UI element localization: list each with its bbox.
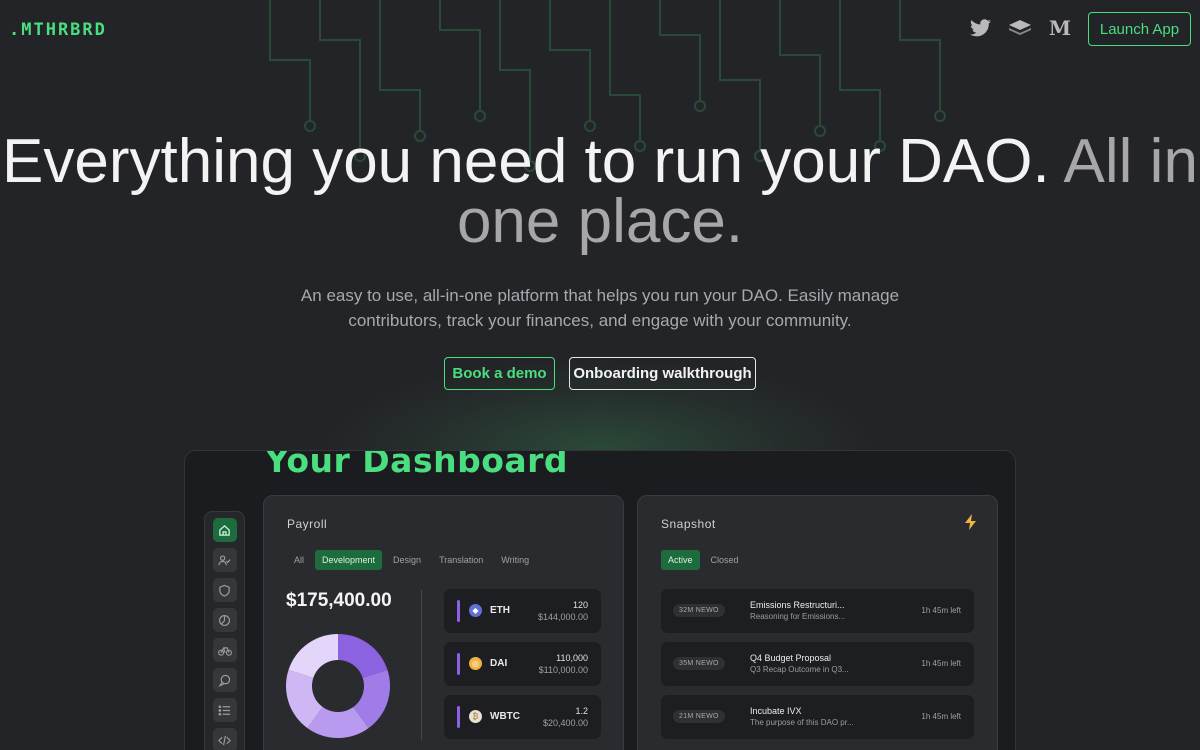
- proposal-votes-badge: 21M NEWO: [673, 710, 725, 723]
- proposal-description: Q3 Recap Outcome in Q3...: [750, 665, 849, 674]
- token-symbol: WBTC: [490, 711, 520, 722]
- dashboard-preview: Your Dashboard Payroll All Development D…: [184, 450, 1016, 750]
- proposal-description: The purpose of this DAO pr...: [750, 718, 854, 727]
- gitbook-icon[interactable]: [1008, 16, 1032, 40]
- payroll-card: Payroll All Development Design Translati…: [263, 495, 624, 750]
- proposal-votes-badge: 35M NEWO: [673, 657, 725, 670]
- token-value: $110,000.00: [538, 665, 588, 675]
- token-accent-bar: [457, 653, 460, 675]
- proposal-time-left: 1h 45m left: [921, 659, 961, 668]
- wbtc-icon: ₿: [469, 710, 482, 723]
- frame-accent-line: [755, 450, 867, 451]
- proposal-row[interactable]: 21M NEWO Incubate IVX The purpose of thi…: [661, 695, 974, 739]
- dashboard-sidebar: [204, 511, 245, 750]
- bike-icon[interactable]: [212, 638, 237, 662]
- hero-subtitle: An easy to use, all-in-one platform that…: [300, 286, 900, 330]
- hero-title-main: Everything you need to run your DAO.: [2, 127, 1050, 196]
- token-accent-bar: [457, 706, 460, 728]
- launch-app-button[interactable]: Launch App: [1088, 12, 1191, 46]
- hero-title: Everything you need to run your DAO. All…: [0, 131, 1200, 253]
- users-icon[interactable]: [212, 548, 237, 572]
- token-row[interactable]: ₿ WBTC 1.2 $20,400.00: [444, 695, 601, 739]
- eth-icon: ◆: [469, 604, 482, 617]
- eth-glyph: ◆: [472, 606, 479, 615]
- list-icon[interactable]: [212, 698, 237, 722]
- payroll-divider: [421, 590, 422, 740]
- wbtc-glyph: ₿: [472, 712, 479, 721]
- proposal-votes-badge: 32M NEWO: [673, 604, 725, 617]
- medium-icon[interactable]: M: [1048, 16, 1072, 40]
- token-symbol: DAI: [490, 658, 508, 669]
- snapshot-tabs: Active Closed: [661, 550, 746, 570]
- proposal-time-left: 1h 45m left: [921, 712, 961, 721]
- logo[interactable]: .MTHRBRD: [9, 20, 107, 40]
- snapshot-title: Snapshot: [661, 517, 716, 531]
- medium-glyph: M: [1048, 16, 1072, 40]
- token-symbol: ETH: [490, 605, 510, 616]
- proposal-title: Incubate IVX: [750, 706, 802, 716]
- chat-icon[interactable]: [212, 668, 237, 692]
- payroll-tabs: All Development Design Translation Writi…: [287, 550, 536, 570]
- dai-glyph: ◎: [472, 659, 479, 668]
- token-quantity: 120: [572, 600, 588, 610]
- tab-all[interactable]: All: [287, 550, 311, 570]
- token-quantity: 1.2: [575, 706, 588, 716]
- tab-active[interactable]: Active: [661, 550, 700, 570]
- snapshot-card: Snapshot Active Closed 32M NEWO Emission…: [637, 495, 998, 750]
- dai-icon: ◎: [469, 657, 482, 670]
- proposal-description: Reasoning for Emissions...: [750, 612, 846, 621]
- token-value: $20,400.00: [542, 718, 588, 728]
- tab-closed[interactable]: Closed: [704, 550, 746, 570]
- proposal-row[interactable]: 35M NEWO Q4 Budget Proposal Q3 Recap Out…: [661, 642, 974, 686]
- token-quantity: 110,000: [556, 653, 588, 663]
- token-row[interactable]: ◎ DAI 110,000 $110,000.00: [444, 642, 601, 686]
- proposal-time-left: 1h 45m left: [921, 606, 961, 615]
- tab-design[interactable]: Design: [386, 550, 428, 570]
- tab-development[interactable]: Development: [315, 550, 383, 570]
- token-value: $144,000.00: [537, 612, 588, 622]
- proposal-title: Emissions Restructuri...: [750, 600, 845, 610]
- pie-chart-icon[interactable]: [212, 608, 237, 632]
- proposal-row[interactable]: 32M NEWO Emissions Restructuri... Reason…: [661, 589, 974, 633]
- code-icon[interactable]: [212, 728, 237, 750]
- payroll-title: Payroll: [287, 517, 328, 531]
- token-row[interactable]: ◆ ETH 120 $144,000.00: [444, 589, 601, 633]
- payroll-donut-chart: [286, 634, 390, 738]
- token-accent-bar: [457, 600, 460, 622]
- proposal-title: Q4 Budget Proposal: [750, 653, 832, 663]
- payroll-total: $175,400.00: [286, 590, 392, 611]
- social-links: M: [968, 16, 1072, 40]
- book-demo-button[interactable]: Book a demo: [444, 357, 555, 390]
- twitter-icon[interactable]: [968, 16, 992, 40]
- home-icon[interactable]: [212, 518, 237, 542]
- lightning-icon[interactable]: [964, 514, 978, 535]
- tab-writing[interactable]: Writing: [494, 550, 536, 570]
- tab-translation[interactable]: Translation: [432, 550, 490, 570]
- dashboard-title: Your Dashboard: [265, 450, 569, 480]
- onboarding-walkthrough-button[interactable]: Onboarding walkthrough: [569, 357, 756, 390]
- shield-icon[interactable]: [212, 578, 237, 602]
